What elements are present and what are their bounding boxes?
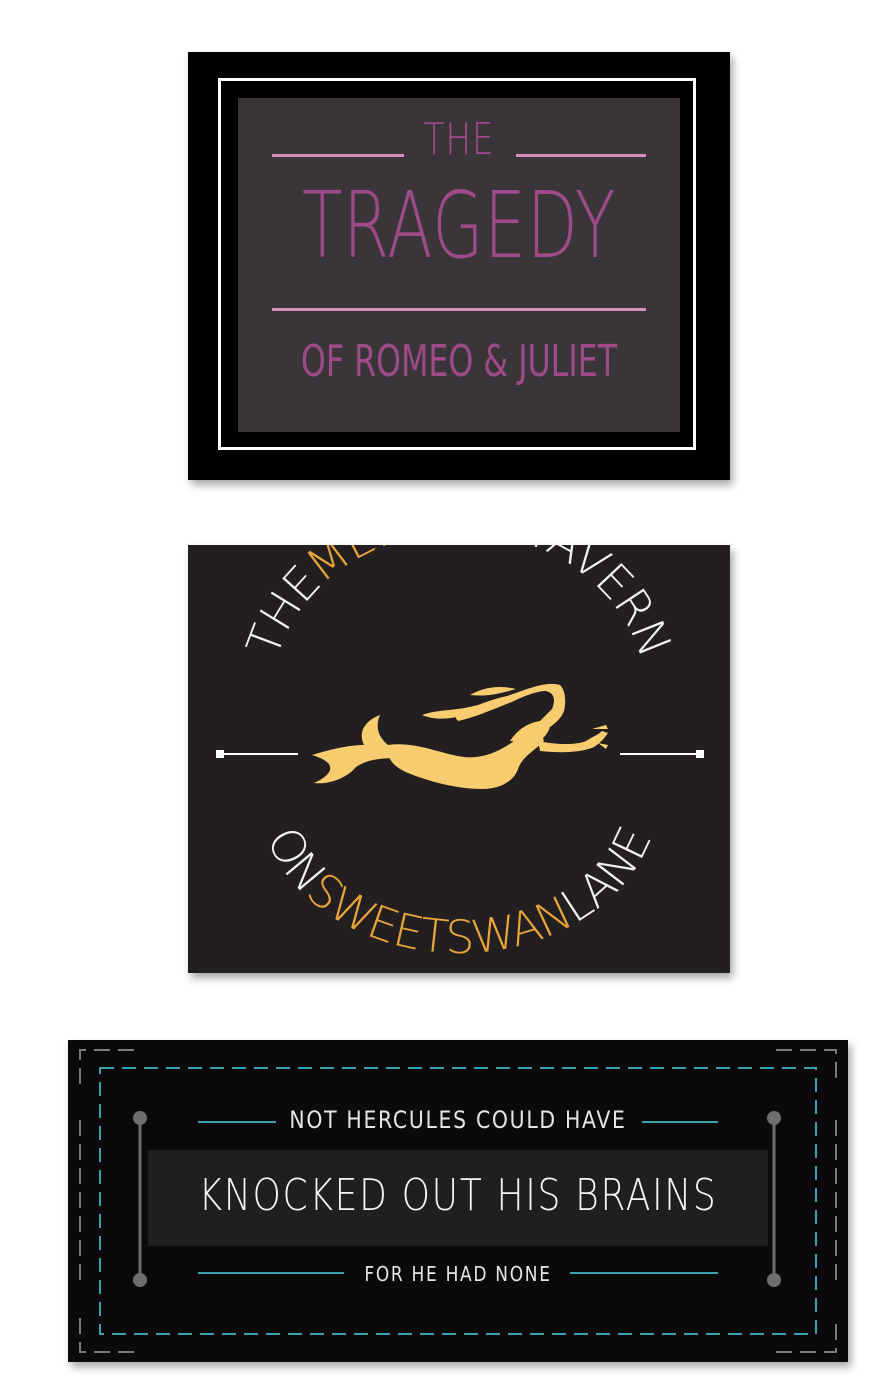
tragedy-sign: THE TRAGEDY OF ROMEO & JULIET (188, 52, 730, 480)
bottom-line: FOR HE HAD NONE (364, 1262, 552, 1286)
romeo-juliet-subtitle: OF ROMEO & JULIET (300, 336, 618, 387)
arc-bottom-text: ONSWEETSWANLANE (256, 818, 662, 964)
main-line: KNOCKED OUT HIS BRAINS (198, 1170, 718, 1221)
arc-top-text: THEMERMAIDTAVERN (236, 545, 682, 663)
arc-top-word-mermaid: MERMAID (296, 545, 532, 593)
tragedy-panel: THE TRAGEDY OF ROMEO & JULIET (238, 98, 680, 432)
the-label: THE (423, 114, 495, 165)
top-line: NOT HERCULES COULD HAVE (289, 1106, 627, 1134)
tragedy-title: TRAGEDY (301, 172, 617, 279)
middle-rule (272, 308, 646, 311)
arc-bottom-word-sweetswan: SWEETSWAN (297, 862, 580, 965)
mermaid-tavern-sign: THEMERMAIDTAVERN ONSWEETSWANLANE (188, 545, 730, 973)
mermaid-silhouette-icon (312, 683, 608, 789)
hercules-sign: NOT HERCULES COULD HAVE KNOCKED OUT HIS … (68, 1040, 848, 1362)
arc-top-word-tavern: TAVERN (519, 545, 683, 663)
right-divider (620, 750, 704, 758)
left-divider (216, 750, 298, 758)
